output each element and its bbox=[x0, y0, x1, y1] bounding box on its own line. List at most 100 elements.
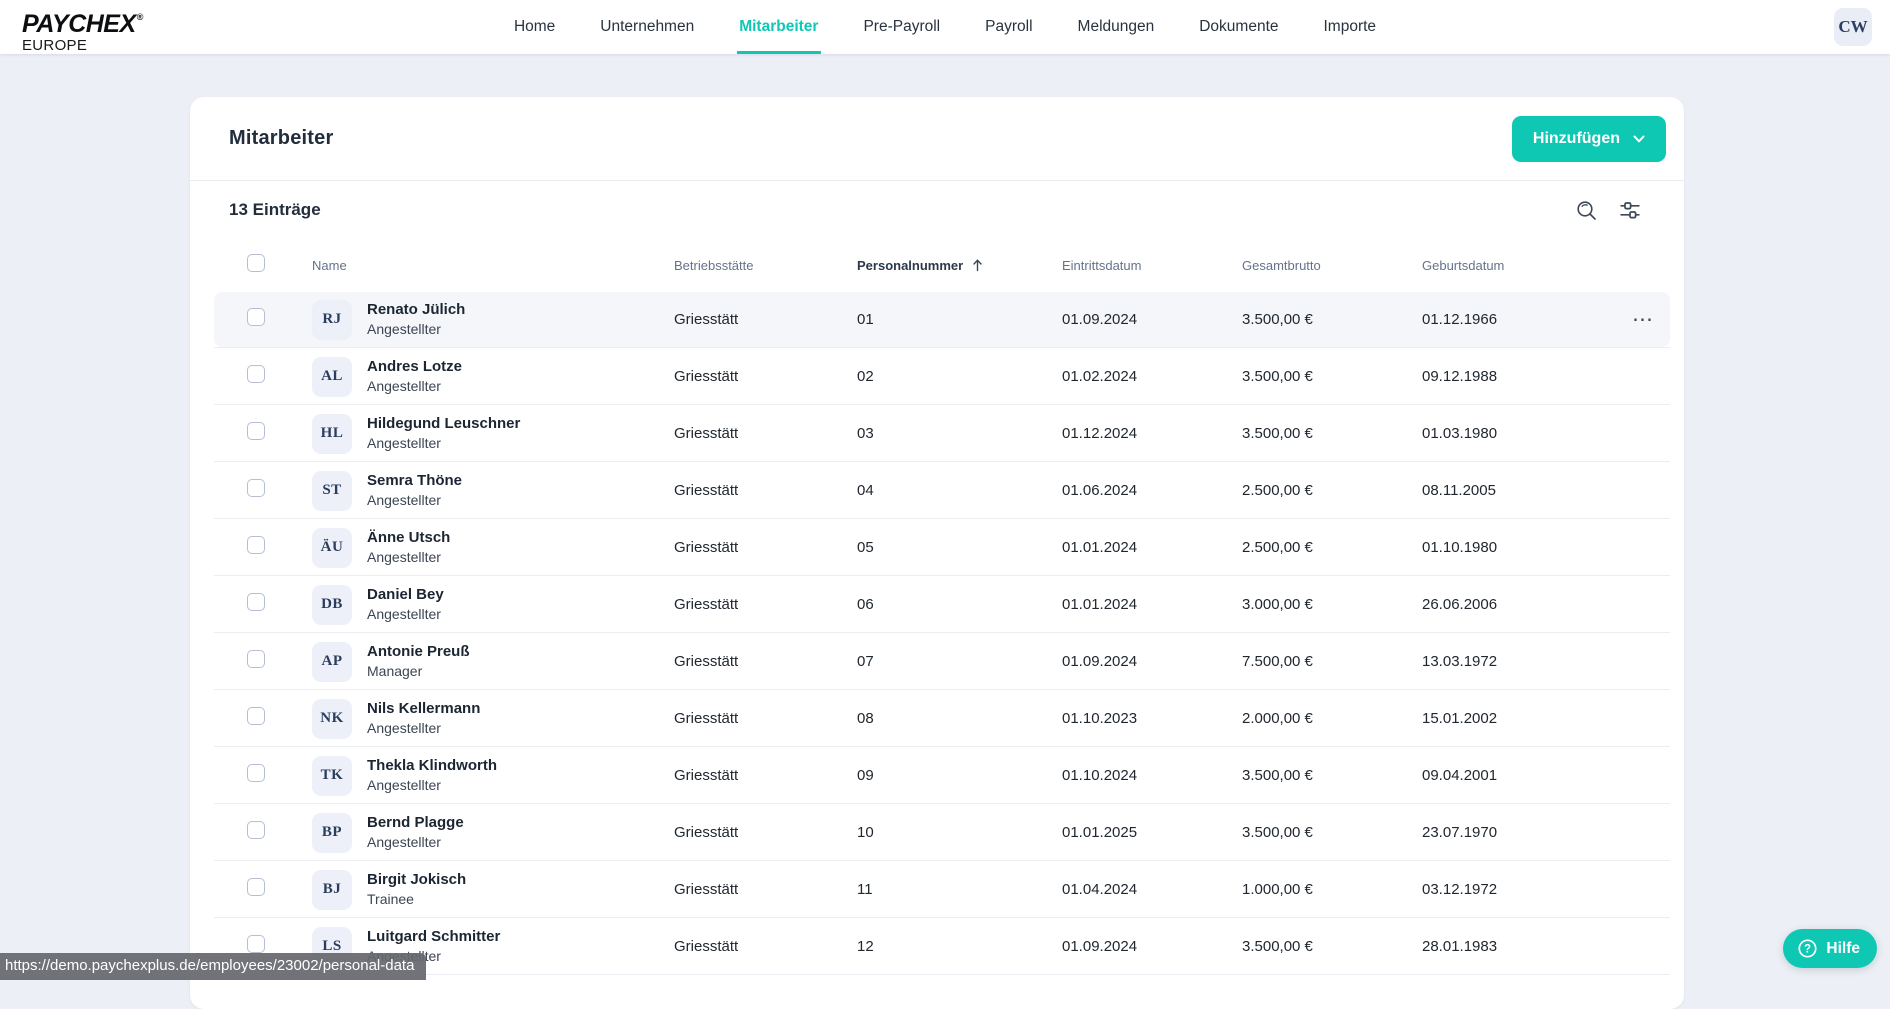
employee-name: Antonie Preuß bbox=[367, 643, 470, 661]
row-checkbox[interactable] bbox=[247, 821, 265, 839]
employee-name: Andres Lotze bbox=[367, 358, 462, 376]
table-row[interactable]: ÄU Änne Utsch Angestellter Griesstätt 05… bbox=[190, 519, 1684, 576]
table-row[interactable]: HL Hildegund Leuschner Angestellter Grie… bbox=[190, 405, 1684, 462]
nav-item-unternehmen[interactable]: Unternehmen bbox=[600, 0, 694, 54]
employee-role: Manager bbox=[367, 663, 470, 680]
row-checkbox[interactable] bbox=[247, 935, 265, 953]
row-checkbox[interactable] bbox=[247, 650, 265, 668]
column-header-entry-date[interactable]: Eintrittsdatum bbox=[1062, 258, 1242, 273]
nav-item-importe[interactable]: Importe bbox=[1324, 0, 1377, 54]
employee-name: Änne Utsch bbox=[367, 529, 450, 547]
nav-item-pre-payroll[interactable]: Pre-Payroll bbox=[863, 0, 940, 54]
row-checkbox[interactable] bbox=[247, 536, 265, 554]
table-toolbar: 13 Einträge bbox=[190, 181, 1684, 239]
avatar: BP bbox=[312, 813, 352, 853]
table-row[interactable]: RJ Renato Jülich Angestellter Griesstätt… bbox=[190, 291, 1684, 348]
cell-birth-date: 09.04.2001 bbox=[1422, 767, 1632, 784]
cell-gross: 3.500,00 € bbox=[1242, 938, 1422, 955]
cell-entry-date: 01.04.2024 bbox=[1062, 881, 1242, 898]
nav-item-mitarbeiter[interactable]: Mitarbeiter bbox=[739, 0, 818, 54]
entries-count: 13 Einträge bbox=[229, 200, 321, 220]
row-actions-button[interactable]: ⋯ bbox=[1632, 308, 1654, 331]
employee-role: Angestellter bbox=[367, 435, 520, 452]
cell-birth-date: 08.11.2005 bbox=[1422, 482, 1632, 499]
employee-name: Nils Kellermann bbox=[367, 700, 480, 718]
cell-birth-date: 09.12.1988 bbox=[1422, 368, 1632, 385]
cell-gross: 1.000,00 € bbox=[1242, 881, 1422, 898]
cell-birth-date: 28.01.1983 bbox=[1422, 938, 1632, 955]
search-button[interactable] bbox=[1575, 199, 1598, 222]
cell-personnel-number: 08 bbox=[857, 710, 1062, 727]
table-row[interactable]: BP Bernd Plagge Angestellter Griesstätt … bbox=[190, 804, 1684, 861]
nav-item-dokumente[interactable]: Dokumente bbox=[1199, 0, 1278, 54]
employee-name: Birgit Jokisch bbox=[367, 871, 466, 889]
cell-site: Griesstätt bbox=[674, 482, 857, 499]
employees-card: Mitarbeiter Hinzufügen 13 Einträge bbox=[190, 97, 1684, 1009]
cell-personnel-number: 10 bbox=[857, 824, 1062, 841]
avatar: TK bbox=[312, 756, 352, 796]
row-checkbox[interactable] bbox=[247, 365, 265, 383]
table-row[interactable]: NK Nils Kellermann Angestellter Griesstä… bbox=[190, 690, 1684, 747]
cell-personnel-number: 05 bbox=[857, 539, 1062, 556]
nav-item-meldungen[interactable]: Meldungen bbox=[1078, 0, 1155, 54]
svg-text:?: ? bbox=[1804, 944, 1811, 956]
table-row[interactable]: DB Daniel Bey Angestellter Griesstätt 06… bbox=[190, 576, 1684, 633]
row-checkbox[interactable] bbox=[247, 422, 265, 440]
row-checkbox[interactable] bbox=[247, 764, 265, 782]
column-header-birth-date[interactable]: Geburtsdatum bbox=[1422, 258, 1632, 273]
column-header-personnel-number-label: Personalnummer bbox=[857, 258, 963, 273]
column-header-name[interactable]: Name bbox=[312, 258, 674, 273]
column-header-gross[interactable]: Gesamtbrutto bbox=[1242, 258, 1422, 273]
cell-birth-date: 01.10.1980 bbox=[1422, 539, 1632, 556]
nav-item-payroll[interactable]: Payroll bbox=[985, 0, 1032, 54]
cell-site: Griesstätt bbox=[674, 425, 857, 442]
cell-entry-date: 01.10.2023 bbox=[1062, 710, 1242, 727]
cell-site: Griesstätt bbox=[674, 311, 857, 328]
cell-gross: 2.000,00 € bbox=[1242, 710, 1422, 727]
cell-gross: 3.500,00 € bbox=[1242, 311, 1422, 328]
cell-personnel-number: 01 bbox=[857, 311, 1062, 328]
user-avatar[interactable]: CW bbox=[1834, 8, 1872, 46]
cell-site: Griesstätt bbox=[674, 368, 857, 385]
topbar: PAYCHEX® EUROPE Home Unternehmen Mitarbeit… bbox=[0, 0, 1890, 54]
brand-logo[interactable]: PAYCHEX® EUROPE bbox=[22, 5, 143, 54]
row-checkbox[interactable] bbox=[247, 878, 265, 896]
table-row[interactable]: BJ Birgit Jokisch Trainee Griesstätt 11 … bbox=[190, 861, 1684, 918]
table-row[interactable]: AP Antonie Preuß Manager Griesstätt 07 0… bbox=[190, 633, 1684, 690]
row-checkbox[interactable] bbox=[247, 308, 265, 326]
column-header-site[interactable]: Betriebsstätte bbox=[674, 258, 857, 273]
help-button[interactable]: ? Hilfe bbox=[1783, 929, 1877, 968]
cell-gross: 3.500,00 € bbox=[1242, 767, 1422, 784]
cell-site: Griesstätt bbox=[674, 767, 857, 784]
row-checkbox[interactable] bbox=[247, 479, 265, 497]
cell-personnel-number: 12 bbox=[857, 938, 1062, 955]
add-employee-button[interactable]: Hinzufügen bbox=[1512, 116, 1666, 162]
cell-birth-date: 23.07.1970 bbox=[1422, 824, 1632, 841]
table-row[interactable]: ST Semra Thöne Angestellter Griesstätt 0… bbox=[190, 462, 1684, 519]
employee-name: Luitgard Schmitter bbox=[367, 928, 500, 946]
row-checkbox[interactable] bbox=[247, 707, 265, 725]
cell-site: Griesstätt bbox=[674, 824, 857, 841]
cell-birth-date: 03.12.1972 bbox=[1422, 881, 1632, 898]
filter-button[interactable] bbox=[1618, 199, 1642, 222]
row-checkbox[interactable] bbox=[247, 593, 265, 611]
status-url-tooltip: https://demo.paychexplus.de/employees/23… bbox=[0, 953, 426, 980]
card-header: Mitarbeiter Hinzufügen bbox=[190, 97, 1684, 181]
cell-personnel-number: 07 bbox=[857, 653, 1062, 670]
employee-name: Semra Thöne bbox=[367, 472, 462, 490]
cell-gross: 3.000,00 € bbox=[1242, 596, 1422, 613]
column-header-personnel-number[interactable]: Personalnummer bbox=[857, 258, 1062, 273]
table-row[interactable]: TK Thekla Klindworth Angestellter Griess… bbox=[190, 747, 1684, 804]
avatar: AL bbox=[312, 357, 352, 397]
cell-entry-date: 01.06.2024 bbox=[1062, 482, 1242, 499]
table-row[interactable]: AL Andres Lotze Angestellter Griesstätt … bbox=[190, 348, 1684, 405]
avatar: NK bbox=[312, 699, 352, 739]
cell-gross: 3.500,00 € bbox=[1242, 824, 1422, 841]
cell-birth-date: 01.03.1980 bbox=[1422, 425, 1632, 442]
employee-name: Renato Jülich bbox=[367, 301, 465, 319]
select-all-checkbox[interactable] bbox=[247, 254, 265, 272]
help-button-label: Hilfe bbox=[1826, 940, 1860, 958]
nav-item-home[interactable]: Home bbox=[514, 0, 555, 54]
cell-gross: 7.500,00 € bbox=[1242, 653, 1422, 670]
cell-entry-date: 01.10.2024 bbox=[1062, 767, 1242, 784]
